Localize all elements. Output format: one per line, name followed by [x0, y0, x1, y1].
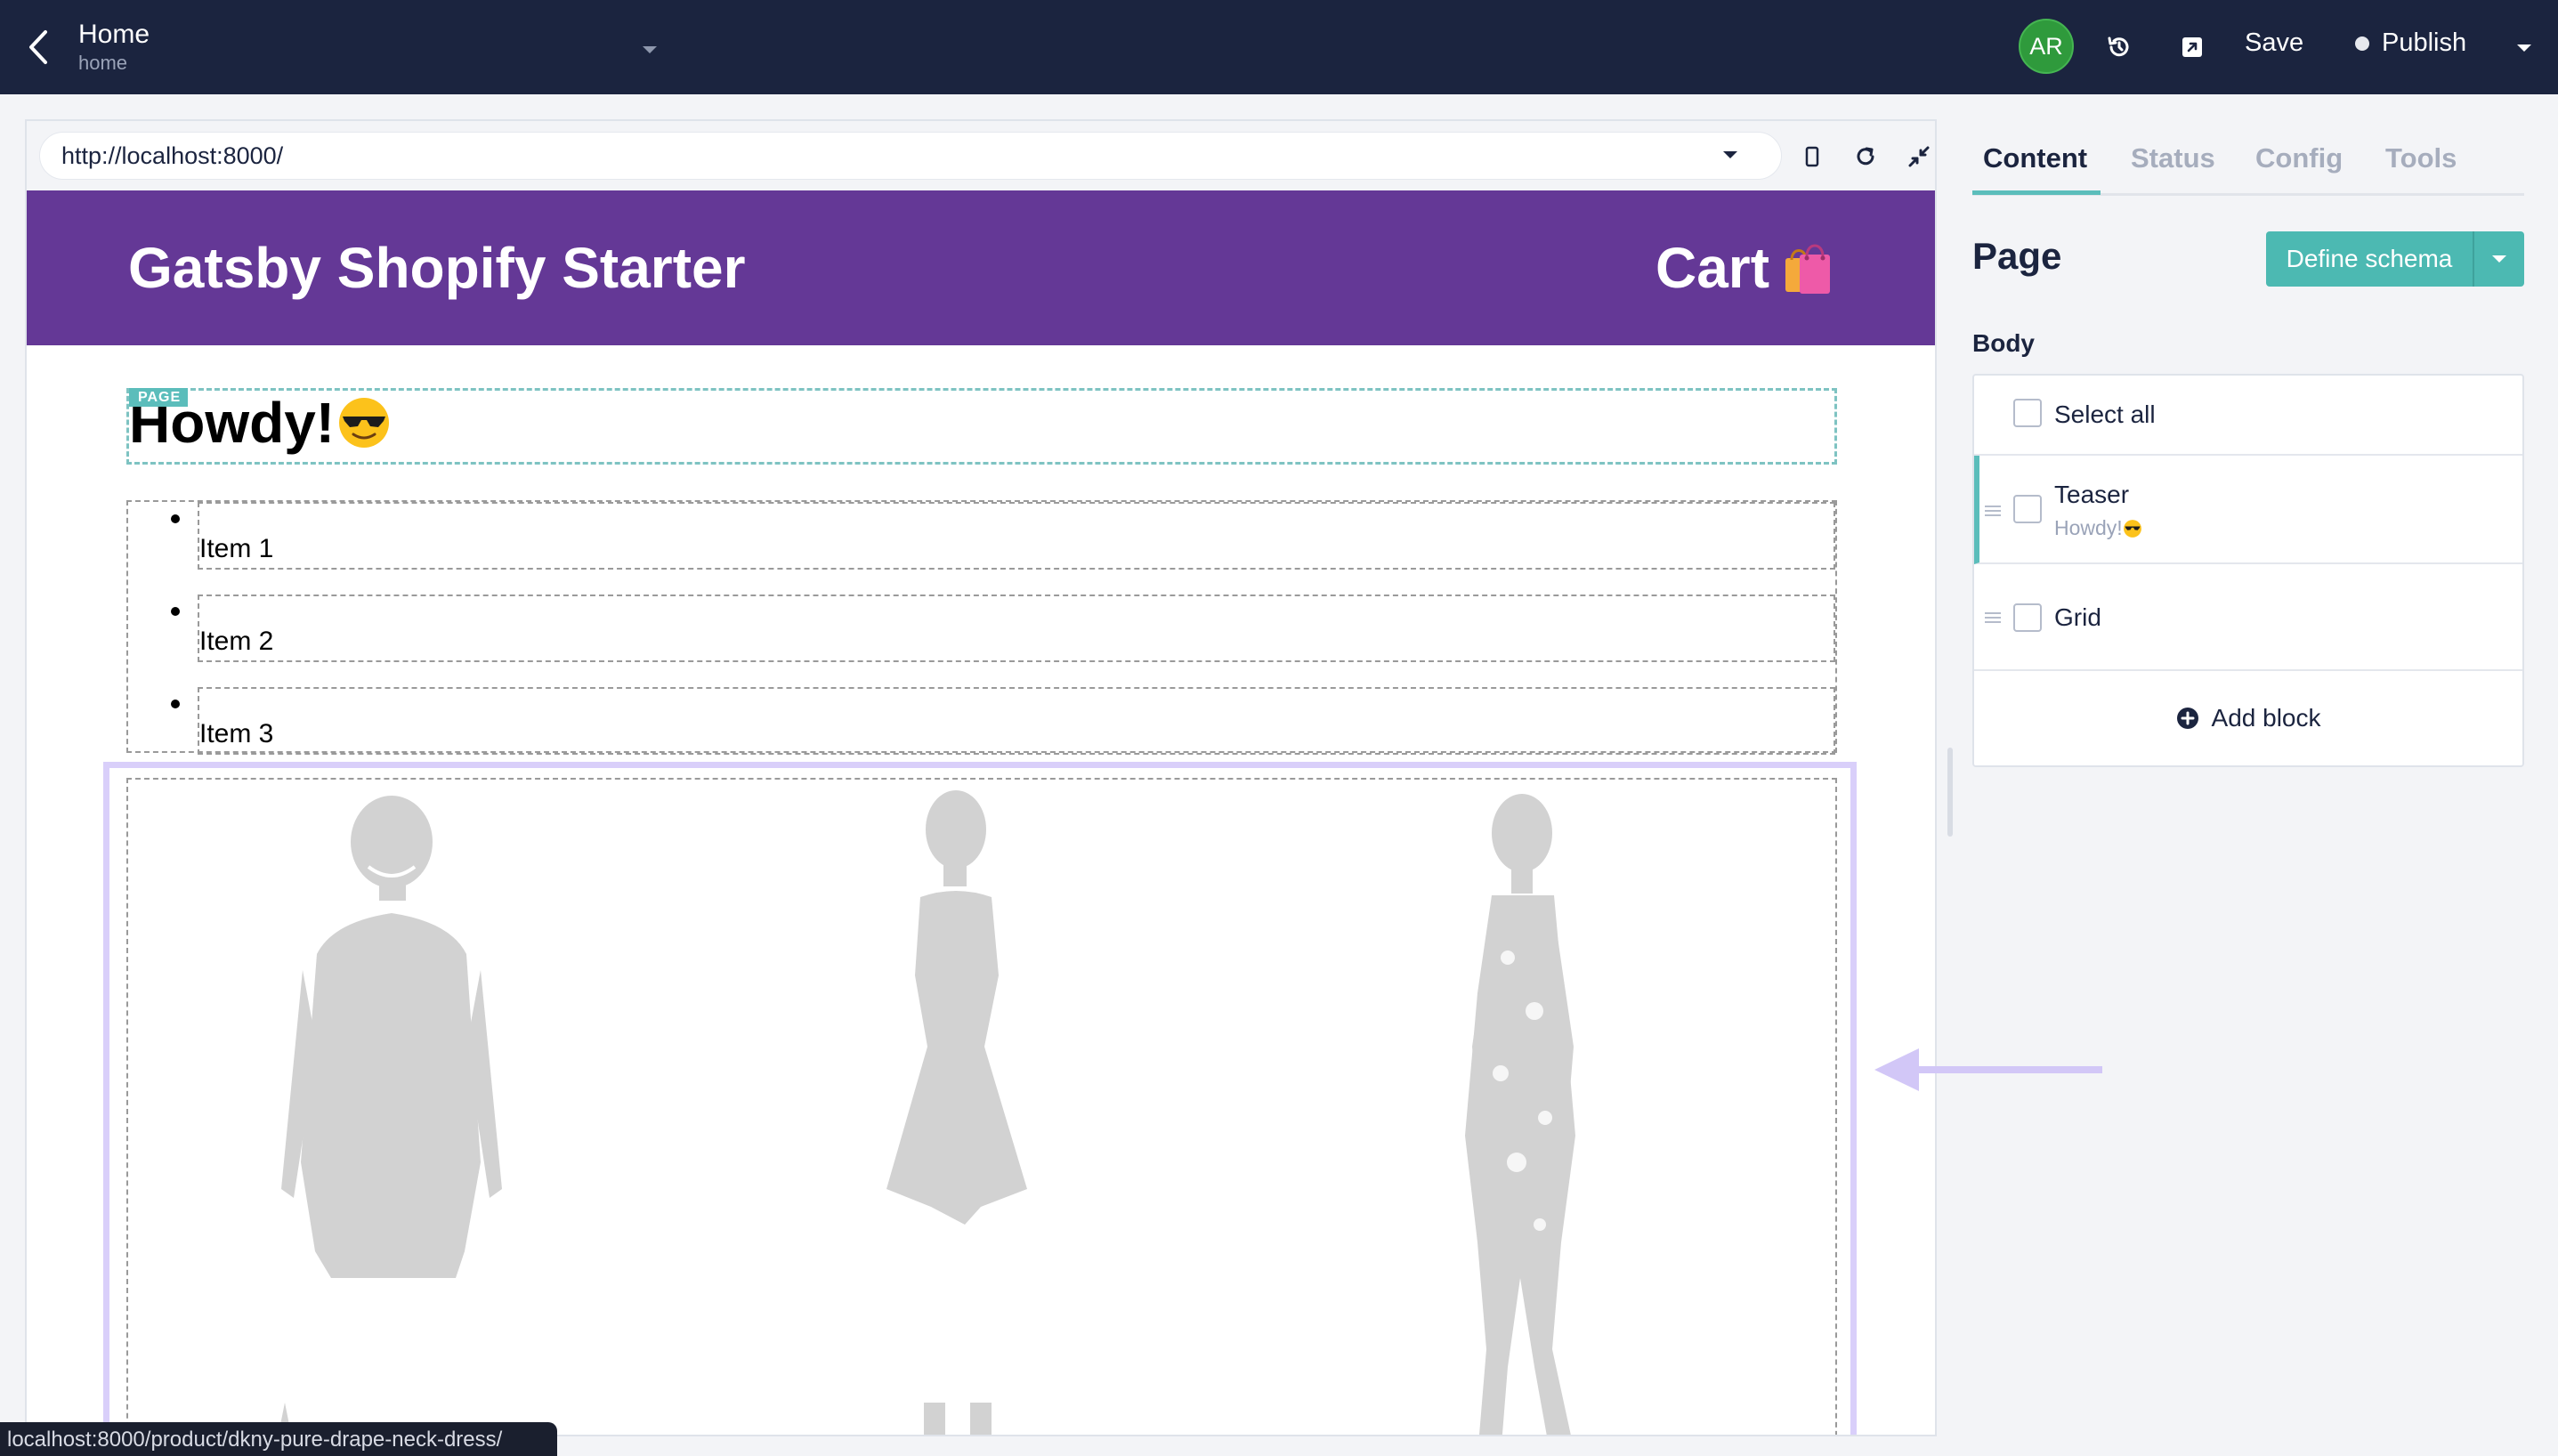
tab-status[interactable]: Status	[2131, 142, 2215, 174]
open-external-button[interactable]	[2172, 27, 2213, 68]
bullet-icon	[171, 700, 180, 708]
story-slug: home	[78, 52, 128, 74]
list-item-label: Item 2	[199, 627, 274, 656]
selected-block-highlight	[103, 762, 1857, 1435]
panel-tabs: Content Status Config Tools	[1972, 119, 2524, 196]
tab-config[interactable]: Config	[2255, 142, 2343, 174]
define-schema-menu-caret[interactable]	[2474, 231, 2524, 287]
sunglasses-emoji-icon	[339, 398, 390, 448]
site-preview: Gatsby Shopify Starter Cart Howdy! PAGE …	[27, 190, 1935, 1435]
block-subtitle-text: Howdy!	[2054, 516, 2123, 539]
site-header: Gatsby Shopify Starter Cart	[27, 190, 1935, 345]
top-bar: Home home AR Save Publish	[0, 0, 2558, 94]
active-tab-indicator	[1972, 190, 2101, 195]
bullet-icon	[171, 514, 180, 523]
tab-tools[interactable]: Tools	[2385, 142, 2457, 174]
block-title: Grid	[2054, 603, 2101, 631]
select-all-row[interactable]: Select all	[1974, 376, 2522, 456]
avatar[interactable]: AR	[2019, 19, 2074, 74]
add-block-label: Add block	[2211, 704, 2321, 732]
cart-label: Cart	[1655, 236, 1769, 300]
publish-button[interactable]: Publish	[2355, 28, 2466, 58]
define-schema-label[interactable]: Define schema	[2266, 231, 2474, 287]
reload-button[interactable]	[1848, 139, 1883, 174]
block-subtitle: Howdy!	[2054, 516, 2142, 540]
preview-toolbar: http://localhost:8000/	[27, 121, 1935, 190]
collapse-icon	[1908, 146, 1930, 167]
teaser-block[interactable]: Howdy! PAGE	[126, 388, 1837, 465]
chevron-left-icon	[29, 30, 47, 64]
preview-url-field[interactable]: http://localhost:8000/	[39, 132, 1782, 180]
shopping-bags-icon	[1785, 244, 1830, 294]
body-blocks-list: Select all Teaser Howdy! Grid Add block	[1972, 374, 2524, 767]
mobile-view-button[interactable]	[1794, 139, 1830, 174]
collapse-preview-button[interactable]	[1901, 139, 1935, 174]
reload-icon	[1857, 147, 1874, 166]
plus-circle-icon	[2176, 708, 2198, 729]
tab-content[interactable]: Content	[1983, 142, 2087, 174]
list-item-label: Item 1	[199, 534, 274, 563]
cart-link[interactable]: Cart	[1655, 235, 1837, 301]
list-item[interactable]: Item 3	[171, 687, 1835, 755]
caret-down-icon	[1723, 151, 1737, 158]
page-tag: PAGE	[129, 388, 189, 407]
grid-block[interactable]: Item 1 Item 2 Item 3	[126, 500, 1837, 755]
sunglasses-emoji-icon	[2123, 519, 2141, 538]
block-title: Teaser	[2054, 481, 2130, 508]
list-item[interactable]: Item 2	[171, 595, 1835, 662]
mobile-device-icon	[1805, 146, 1819, 167]
caret-down-icon	[2517, 44, 2531, 52]
back-button[interactable]	[18, 25, 59, 69]
block-checkbox[interactable]	[2013, 495, 2042, 523]
story-title: Home	[78, 20, 150, 49]
page-heading: Page	[1972, 235, 2062, 277]
story-menu-caret[interactable]	[637, 41, 662, 59]
drag-handle-icon[interactable]	[1985, 506, 2001, 516]
drag-handle-icon[interactable]	[1985, 612, 2001, 623]
site-title[interactable]: Gatsby Shopify Starter	[128, 235, 746, 301]
bullet-icon	[171, 607, 180, 616]
publish-menu-caret[interactable]	[2512, 39, 2537, 57]
open-external-icon	[2182, 37, 2202, 57]
body-field-label: Body	[1972, 329, 2035, 357]
caret-down-icon	[2492, 255, 2506, 263]
define-schema-button[interactable]: Define schema	[2266, 231, 2524, 287]
status-dot-icon	[2355, 36, 2369, 51]
block-checkbox[interactable]	[2013, 603, 2042, 632]
pane-resize-handle[interactable]	[1947, 748, 1953, 837]
publish-label: Publish	[2382, 28, 2467, 57]
preview-url: http://localhost:8000/	[61, 142, 284, 169]
url-dropdown-caret[interactable]	[1718, 146, 1743, 164]
block-item-grid[interactable]: Grid	[1974, 564, 2522, 671]
list-item[interactable]: Item 1	[171, 502, 1835, 570]
add-block-button[interactable]: Add block	[1974, 669, 2522, 767]
select-all-label: Select all	[2054, 400, 2156, 428]
link-status-bar: localhost:8000/product/dkny-pure-drape-n…	[0, 1422, 557, 1456]
caret-down-icon	[643, 46, 657, 53]
editor-panel: Content Status Config Tools Page Define …	[1972, 119, 2526, 1436]
list-item-label: Item 3	[199, 719, 274, 748]
history-button[interactable]	[2099, 27, 2140, 68]
history-icon	[2108, 36, 2129, 57]
save-button[interactable]: Save	[2245, 28, 2303, 58]
select-all-checkbox[interactable]	[2013, 399, 2042, 427]
block-item-teaser[interactable]: Teaser Howdy!	[1974, 456, 2522, 564]
preview-frame: http://localhost:8000/ Gatsby Shopify St…	[25, 119, 1937, 1436]
